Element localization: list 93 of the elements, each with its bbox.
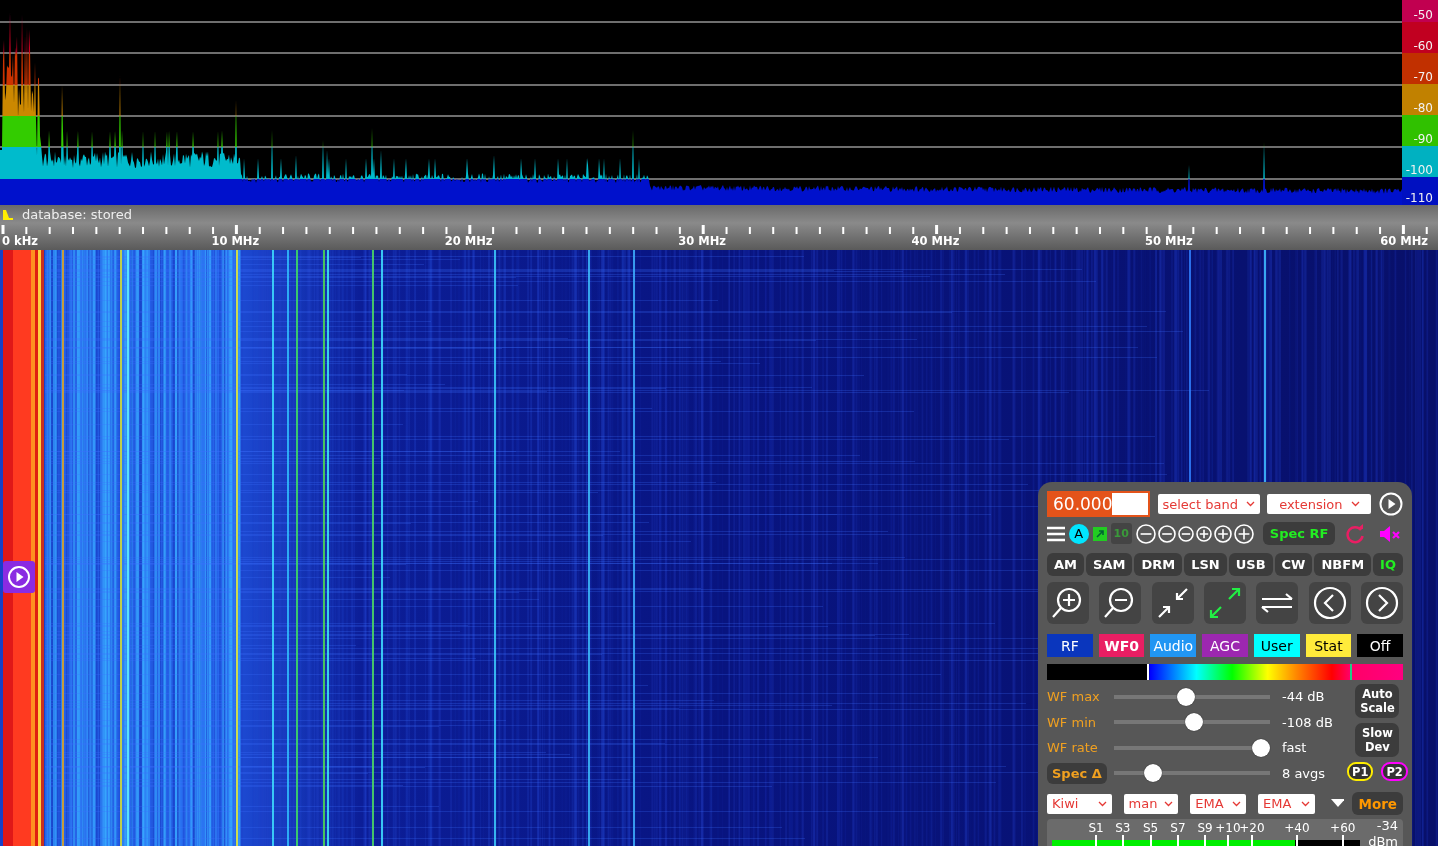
slider-value: -108 dB xyxy=(1281,713,1334,732)
triangle-down-icon[interactable] xyxy=(1330,799,1345,808)
dropdown-select[interactable]: EMA xyxy=(1190,793,1247,814)
panel-tab[interactable]: WF0 xyxy=(1098,634,1145,657)
zoom-in-icon[interactable] xyxy=(1213,524,1232,543)
scale-label: -90 xyxy=(1402,115,1438,146)
play-icon xyxy=(7,565,31,589)
more-button[interactable]: More xyxy=(1352,792,1403,815)
axis-label: 30 MHz xyxy=(678,234,726,248)
swap-arrows-button[interactable] xyxy=(1256,582,1299,624)
play-panel-button[interactable] xyxy=(3,561,35,593)
caret-icon xyxy=(1097,800,1107,807)
dropdown-select[interactable]: Kiwi xyxy=(1047,793,1112,814)
s-meter-label: +10 xyxy=(1215,821,1241,835)
mode-button[interactable]: CW xyxy=(1274,553,1313,576)
axis-label: 10 MHz xyxy=(211,234,260,248)
s-meter-label: +20 xyxy=(1239,821,1265,835)
collapse-arrows-button[interactable] xyxy=(1151,582,1194,624)
slider-label: WF rate xyxy=(1047,739,1099,758)
s-meter-label: S7 xyxy=(1170,821,1186,835)
s-meter-label: S3 xyxy=(1115,821,1131,835)
zoom-in-icon[interactable] xyxy=(1233,523,1254,544)
right-arrow-button[interactable] xyxy=(1360,582,1403,624)
panel-tab[interactable]: User xyxy=(1253,634,1300,657)
frequency-field[interactable]: 60.000 xyxy=(1047,491,1150,517)
panel-tab[interactable]: AGC xyxy=(1202,634,1248,657)
mode-button[interactable]: NBFM xyxy=(1314,553,1372,576)
axis-label: 0 kHz xyxy=(2,234,38,248)
slider-thumb[interactable] xyxy=(1144,764,1162,783)
slider-thumb[interactable] xyxy=(1251,738,1270,757)
scale-label: -110 xyxy=(1402,177,1438,205)
expand-arrows-button[interactable] xyxy=(1204,582,1246,624)
expand-arrows-icon xyxy=(1207,585,1243,621)
extension-select[interactable]: extension xyxy=(1267,494,1372,514)
zoom-out-icon[interactable] xyxy=(1157,524,1176,543)
slider-value: -44 dB xyxy=(1281,688,1326,707)
slider-thumb[interactable] xyxy=(1184,713,1203,732)
axis-label: 60 MHz xyxy=(1380,234,1428,248)
zoom-in-button[interactable] xyxy=(1047,582,1089,624)
scale-label: -50 xyxy=(1402,0,1438,22)
play-icon[interactable] xyxy=(1378,492,1403,516)
caret-icon xyxy=(1164,800,1174,807)
panel-tab[interactable]: Off xyxy=(1357,634,1404,657)
s-meter-unit: dBm xyxy=(1368,834,1398,846)
zoom-out-button[interactable] xyxy=(1099,582,1142,624)
panel-tab[interactable]: Stat xyxy=(1305,634,1352,657)
scale-label: -70 xyxy=(1402,53,1438,84)
popout-icon[interactable] xyxy=(1092,526,1107,541)
s-meter-label: S1 xyxy=(1088,821,1104,835)
channel-badge[interactable]: A xyxy=(1068,523,1089,544)
signal-count: 10 xyxy=(1110,523,1132,544)
band-select[interactable]: select band xyxy=(1157,494,1260,514)
caret-icon xyxy=(1245,501,1255,507)
axis-label: 20 MHz xyxy=(444,234,493,248)
spec-delta-button[interactable]: Spec Δ xyxy=(1047,762,1107,784)
dropdown-select[interactable]: man xyxy=(1123,793,1179,814)
slider-thumb[interactable] xyxy=(1176,687,1195,706)
mode-button[interactable]: LSN xyxy=(1184,553,1227,576)
mode-button[interactable]: DRM xyxy=(1134,553,1183,576)
axis-label: 50 MHz xyxy=(1145,234,1193,248)
zoom-in-icon[interactable] xyxy=(1195,525,1212,542)
preset-button[interactable]: P1 xyxy=(1347,762,1374,781)
mode-button[interactable]: SAM xyxy=(1086,553,1133,576)
left-arrow-button[interactable] xyxy=(1308,582,1351,624)
scale-label: -100 xyxy=(1402,146,1438,177)
slider-value: 8 avgs xyxy=(1281,764,1327,783)
s-meter-label: S5 xyxy=(1142,821,1159,835)
scale-label: -80 xyxy=(1402,84,1438,115)
mode-button[interactable]: IQ xyxy=(1373,553,1403,576)
dropdown-select[interactable]: EMA xyxy=(1258,793,1315,814)
slow-dev-button[interactable]: Slow Dev xyxy=(1355,723,1400,757)
caret-icon xyxy=(1300,800,1310,807)
caret-icon xyxy=(1232,800,1242,807)
mode-button[interactable]: USB xyxy=(1228,553,1273,576)
menu-icon[interactable] xyxy=(1047,525,1065,542)
auto-scale-button[interactable]: Auto Scale xyxy=(1355,684,1400,718)
zoom-out-icon[interactable] xyxy=(1135,523,1156,544)
spec-rf-button[interactable]: Spec RF xyxy=(1262,522,1336,545)
slider-label: WF min xyxy=(1047,713,1097,732)
slider-value: fast xyxy=(1281,739,1308,758)
database-status: database: stored xyxy=(22,207,132,222)
axis-label: 40 MHz xyxy=(911,234,960,248)
mode-button[interactable]: AM xyxy=(1047,553,1084,576)
preset-button[interactable]: P2 xyxy=(1381,762,1408,781)
s-meter-reading: -34 xyxy=(1376,818,1398,833)
s-meter-label: +60 xyxy=(1330,821,1356,835)
panel-tab[interactable]: RF xyxy=(1047,634,1093,657)
caret-icon xyxy=(1350,501,1360,507)
s-meter-label: S9 xyxy=(1197,821,1213,835)
s-meter-label: +40 xyxy=(1284,821,1310,835)
scale-label: -60 xyxy=(1402,22,1438,53)
zoom-out-icon[interactable] xyxy=(1177,525,1194,542)
slider-label: WF max xyxy=(1047,688,1101,707)
